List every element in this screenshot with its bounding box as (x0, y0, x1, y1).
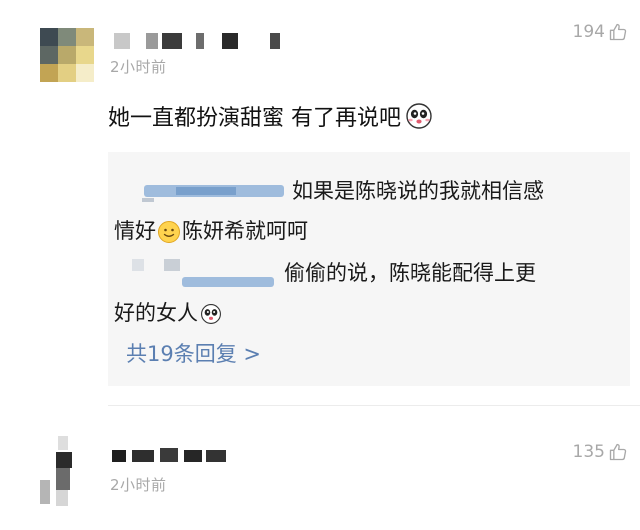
comment-timestamp: 2小时前 (110, 58, 167, 76)
reply-item[interactable]: 偷偷的说，陈晓能配得上更 (130, 252, 536, 294)
like-count: 194 (572, 22, 605, 42)
reply-text-line1: 偷偷的说，陈晓能配得上更 (284, 261, 536, 285)
reply-item[interactable]: 如果是陈晓说的我就相信感 (136, 170, 544, 212)
like-button[interactable]: 135 (573, 442, 628, 462)
reply-item-continued: 情好 陈妍希就呵呵 (114, 210, 308, 252)
username[interactable] (110, 30, 300, 52)
reply-text-line2: 好的女人 (114, 301, 198, 325)
smiling-face-emoji-icon (158, 221, 180, 243)
reply-text-line1: 如果是陈晓说的我就相信感 (292, 179, 544, 203)
reply-text-line2a: 情好 (114, 219, 156, 243)
avatar[interactable] (40, 28, 94, 82)
comment-text: 她一直都扮演甜蜜 有了再说吧 (108, 100, 433, 132)
thumbs-up-icon (609, 23, 627, 41)
avatar[interactable] (40, 436, 80, 508)
reply-item-continued: 好的女人 (114, 292, 222, 334)
view-more-replies-link[interactable]: 共19条回复 > (126, 338, 261, 368)
reply-username[interactable] (136, 181, 288, 203)
like-count: 135 (572, 442, 605, 462)
like-button[interactable]: 194 (573, 22, 628, 42)
reply-text-line2b: 陈妍希就呵呵 (182, 219, 308, 243)
username[interactable] (110, 440, 250, 466)
comment-timestamp: 2小时前 (110, 476, 167, 494)
replies-panel: 如果是陈晓说的我就相信感 情好 陈妍希就呵呵 偷偷的说，陈晓能配得上更 好的女人… (108, 152, 630, 386)
reply-username[interactable] (130, 259, 280, 289)
comment-divider (108, 405, 640, 406)
panda-face-emoji-icon (406, 103, 432, 129)
thumbs-up-icon (609, 443, 627, 461)
panda-face-emoji-icon (201, 304, 221, 324)
